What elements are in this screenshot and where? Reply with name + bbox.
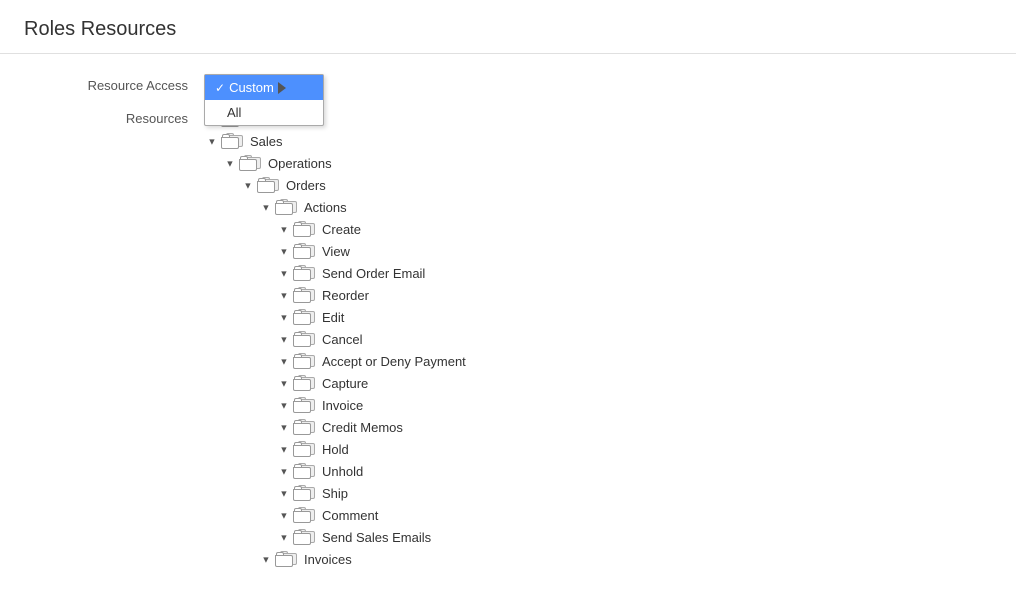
tree-row-capture: Capture	[204, 373, 992, 395]
tree-toggle-orders[interactable]	[240, 179, 254, 193]
tree-row-ship: Ship	[204, 483, 992, 505]
tree-row-operations: Operations	[204, 153, 992, 175]
folder-icon-hold	[293, 442, 317, 458]
folder-icon-edit	[293, 310, 317, 326]
tree-label-view: View	[322, 243, 350, 261]
tree-row-cancel: Cancel	[204, 329, 992, 351]
tree-toggle-unhold[interactable]	[276, 465, 290, 479]
resource-access-label: Resource Access	[24, 74, 204, 93]
tree-label-actions: Actions	[304, 199, 347, 217]
folder-icon-cancel	[293, 332, 317, 348]
tree-container: Dashboard Sales	[204, 109, 992, 571]
folder-icon-comment	[293, 508, 317, 524]
tree-toggle-send-sales-emails[interactable]	[276, 531, 290, 545]
tree-label-comment: Comment	[322, 507, 378, 525]
tree-row-edit: Edit	[204, 307, 992, 329]
tree-label-create: Create	[322, 221, 361, 239]
tree-row-invoice: Invoice	[204, 395, 992, 417]
resources-label: Resources	[24, 109, 204, 126]
option-custom-label: Custom	[229, 80, 274, 95]
tree-row-reorder: Reorder	[204, 285, 992, 307]
tree-row-send-sales-emails: Send Sales Emails	[204, 527, 992, 549]
folder-icon-ship	[293, 486, 317, 502]
dropdown-option-all[interactable]: All	[205, 100, 323, 125]
tree-toggle-hold[interactable]	[276, 443, 290, 457]
folder-icon-send-order-email	[293, 266, 317, 282]
check-mark: ✓	[215, 81, 225, 95]
tree-label-hold: Hold	[322, 441, 349, 459]
tree-label-sales: Sales	[250, 133, 283, 151]
folder-icon-reorder	[293, 288, 317, 304]
tree-row-unhold: Unhold	[204, 461, 992, 483]
folder-icon-actions	[275, 200, 299, 216]
tree-toggle-operations[interactable]	[222, 157, 236, 171]
tree-row-invoices: Invoices	[204, 549, 992, 571]
tree-row-view: View	[204, 241, 992, 263]
tree-label-unhold: Unhold	[322, 463, 363, 481]
tree-toggle-create[interactable]	[276, 223, 290, 237]
tree-label-operations: Operations	[268, 155, 332, 173]
folder-icon-view	[293, 244, 317, 260]
tree-toggle-comment[interactable]	[276, 509, 290, 523]
tree-toggle-capture[interactable]	[276, 377, 290, 391]
tree-row-actions: Actions	[204, 197, 992, 219]
tree-row-sales: Sales	[204, 131, 992, 153]
tree-toggle-edit[interactable]	[276, 311, 290, 325]
resources-row: Resources Dashboard	[24, 109, 992, 571]
folder-icon-orders	[257, 178, 281, 194]
page-container: Roles Resources Resource Access ✓ Custom…	[0, 0, 1016, 591]
tree-row-create: Create	[204, 219, 992, 241]
cursor-indicator	[278, 82, 286, 94]
tree-label-send-sales-emails: Send Sales Emails	[322, 529, 431, 547]
tree-toggle-reorder[interactable]	[276, 289, 290, 303]
tree-row-send-order-email: Send Order Email	[204, 263, 992, 285]
tree-toggle-send-order-email[interactable]	[276, 267, 290, 281]
tree-toggle-invoices[interactable]	[258, 553, 272, 567]
tree-label-cancel: Cancel	[322, 331, 362, 349]
tree-label-credit-memos: Credit Memos	[322, 419, 403, 437]
page-title: Roles Resources	[24, 18, 992, 41]
folder-icon-operations	[239, 156, 263, 172]
resource-access-row: Resource Access ✓ Custom All	[24, 74, 992, 93]
content-area: Resource Access ✓ Custom All Resources	[0, 54, 1016, 591]
tree-label-invoices: Invoices	[304, 551, 352, 569]
tree-toggle-cancel[interactable]	[276, 333, 290, 347]
tree-label-send-order-email: Send Order Email	[322, 265, 425, 283]
folder-icon-credit-memos	[293, 420, 317, 436]
dropdown-option-custom[interactable]: ✓ Custom	[205, 75, 323, 100]
tree-label-invoice: Invoice	[322, 397, 363, 415]
tree-label-reorder: Reorder	[322, 287, 369, 305]
tree-row-accept-or-deny-payment: Accept or Deny Payment	[204, 351, 992, 373]
tree-toggle-credit-memos[interactable]	[276, 421, 290, 435]
tree-toggle-invoice[interactable]	[276, 399, 290, 413]
page-header: Roles Resources	[0, 0, 1016, 54]
dropdown-menu: ✓ Custom All	[204, 74, 324, 126]
folder-icon-create	[293, 222, 317, 238]
folder-icon-accept-or-deny-payment	[293, 354, 317, 370]
tree-label-orders: Orders	[286, 177, 326, 195]
folder-icon-capture	[293, 376, 317, 392]
tree-row-comment: Comment	[204, 505, 992, 527]
tree-toggle-actions[interactable]	[258, 201, 272, 215]
folder-icon-invoices	[275, 552, 299, 568]
folder-icon-invoice	[293, 398, 317, 414]
folder-icon-sales	[221, 134, 245, 150]
tree-toggle-ship[interactable]	[276, 487, 290, 501]
option-all-label: All	[227, 105, 241, 120]
tree-row-hold: Hold	[204, 439, 992, 461]
tree-label-ship: Ship	[322, 485, 348, 503]
tree-row-credit-memos: Credit Memos	[204, 417, 992, 439]
folder-icon-unhold	[293, 464, 317, 480]
tree-toggle-sales[interactable]	[204, 135, 218, 149]
tree-toggle-view[interactable]	[276, 245, 290, 259]
tree-toggle-accept-or-deny-payment[interactable]	[276, 355, 290, 369]
tree-label-capture: Capture	[322, 375, 368, 393]
tree-label-edit: Edit	[322, 309, 344, 327]
folder-icon-send-sales-emails	[293, 530, 317, 546]
tree-label-accept-or-deny-payment: Accept or Deny Payment	[322, 353, 466, 371]
tree-row-orders: Orders	[204, 175, 992, 197]
